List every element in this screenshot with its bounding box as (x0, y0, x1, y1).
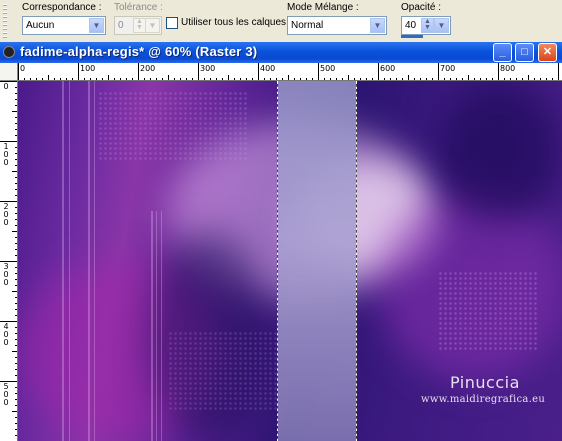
ruler-left-label: 1 0 0 (3, 142, 9, 167)
tolerance-spinbox[interactable]: 0 ▲ ▼ ▼ (114, 16, 162, 35)
vertical-stripe (156, 211, 157, 441)
chevron-down-icon[interactable]: ▼ (145, 18, 160, 33)
texture-pattern (168, 331, 278, 411)
ruler-corner (0, 63, 18, 81)
toolbar-grip[interactable] (3, 4, 7, 38)
vertical-stripe (88, 81, 90, 441)
image-canvas[interactable]: Pinuccia www.maidiregrafica.eu (18, 81, 562, 441)
correspondance-value: Aucun (26, 20, 55, 31)
watermark-name: Pinuccia (450, 373, 520, 392)
ruler-top-label: 500 (320, 64, 336, 73)
blend-mode-select[interactable]: Normal ▼ (287, 16, 387, 35)
window-title: fadime-alpha-regis* @ 60% (Raster 3) (20, 44, 258, 59)
ruler-top-label: 200 (140, 64, 156, 73)
correspondance-select[interactable]: Aucun ▼ (22, 16, 106, 35)
all-layers-checkbox[interactable] (166, 17, 178, 29)
ruler-left-label: 2 0 0 (3, 202, 9, 227)
chevron-down-icon[interactable]: ▼ (370, 18, 385, 33)
ruler-top-label: 600 (380, 64, 396, 73)
opacity-spinbox[interactable]: 40 ▲ ▼ ▼ (401, 16, 451, 35)
title-bar[interactable]: fadime-alpha-regis* @ 60% (Raster 3) _ □… (0, 42, 562, 63)
vertical-stripe (62, 81, 64, 441)
ruler-left-label: 4 0 0 (3, 322, 9, 347)
texture-pattern (438, 271, 538, 351)
opacity-value: 40 (405, 20, 417, 31)
ruler-top-label: 100 (80, 64, 96, 73)
ruler-left-label: 5 0 0 (3, 382, 9, 407)
document-window: fadime-alpha-regis* @ 60% (Raster 3) _ □… (0, 42, 562, 441)
ruler-left-label: 3 0 0 (3, 262, 9, 287)
spin-arrows-icon[interactable]: ▲ ▼ (421, 18, 434, 33)
chevron-down-icon[interactable]: ▼ (89, 18, 104, 33)
tool-options-bar: Correspondance : Aucun ▼ Tolérance : 0 ▲… (0, 0, 562, 43)
ruler-top-ticks (18, 63, 559, 80)
chevron-down-icon[interactable]: ▼ (434, 18, 449, 33)
vertical-stripe (94, 81, 95, 441)
marching-ants (277, 84, 357, 441)
all-layers-label: Utiliser tous les calques (181, 17, 287, 28)
ruler-top-label: 0 (20, 64, 26, 73)
opacity-slider-track[interactable] (401, 35, 423, 38)
blend-mode-value: Normal (291, 20, 324, 31)
minimize-button[interactable]: _ (493, 43, 512, 62)
texture-pattern (98, 91, 248, 161)
maximize-button[interactable]: □ (515, 43, 534, 62)
ruler-top-label: 700 (440, 64, 456, 73)
ruler-left-label: 0 (3, 82, 9, 91)
ruler-left: 0 1 0 0 2 0 0 3 0 0 4 0 0 5 0 0 (0, 81, 18, 441)
tolerance-label: Tolérance : (114, 2, 163, 13)
blend-mode-label: Mode Mélange : (287, 2, 359, 13)
correspondance-label: Correspondance : (22, 2, 102, 13)
opacity-label: Opacité : (401, 2, 442, 13)
app-icon[interactable] (3, 46, 15, 58)
vertical-stripe (69, 81, 70, 441)
ruler-top-label: 300 (200, 64, 216, 73)
dark-glow (438, 81, 562, 221)
vertical-stripe (161, 211, 162, 441)
ruler-top: 0 100 200 300 400 500 600 700 800 (18, 63, 562, 81)
vertical-stripe (151, 211, 153, 441)
watermark-url: www.maidiregrafica.eu (421, 394, 546, 405)
ruler-top-label: 400 (260, 64, 276, 73)
tolerance-value: 0 (118, 20, 124, 31)
ruler-top-label: 800 (500, 64, 516, 73)
close-button[interactable]: ✕ (538, 43, 557, 62)
